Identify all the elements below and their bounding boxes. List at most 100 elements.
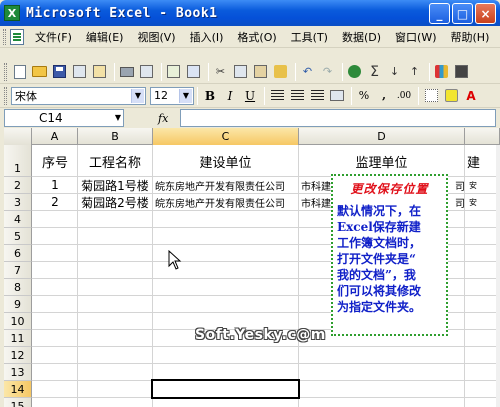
row-header-10[interactable]: 10 [4, 313, 32, 330]
menu-edit[interactable]: 编辑(E) [79, 29, 131, 45]
chart-wizard-icon[interactable] [433, 63, 450, 80]
chevron-down-icon[interactable]: ▼ [179, 88, 192, 103]
row-header-3[interactable]: 3 [4, 194, 32, 211]
name-box[interactable]: C14 ▼ [4, 109, 124, 127]
sort-descending-icon[interactable]: ↑ [406, 63, 423, 80]
column-header-b[interactable]: B [78, 128, 153, 145]
callout-line: Excel保存新建 [337, 220, 421, 234]
autosum-icon[interactable]: Σ [366, 63, 383, 80]
menu-window[interactable]: 窗口(W) [388, 29, 443, 45]
sort-ascending-icon[interactable]: ↓ [386, 63, 403, 80]
row-header-14[interactable]: 14 [4, 381, 32, 398]
copy-icon[interactable] [232, 63, 249, 80]
maximize-button[interactable]: □ [452, 3, 473, 24]
font-size-select[interactable]: 12 ▼ [150, 86, 194, 105]
cell-a2[interactable]: 1 [33, 177, 77, 193]
column-header-d[interactable]: D [299, 128, 465, 145]
format-painter-icon[interactable] [272, 63, 289, 80]
italic-button[interactable]: I [221, 87, 239, 105]
excel-icon[interactable]: X [4, 5, 20, 21]
save-icon[interactable] [51, 63, 68, 80]
merge-center-icon[interactable] [328, 87, 346, 105]
row-header-12[interactable]: 12 [4, 347, 32, 364]
formula-input[interactable] [180, 109, 496, 127]
font-color-button[interactable]: A [462, 87, 480, 105]
fx-icon[interactable]: fx [158, 112, 180, 125]
bold-button[interactable]: B [201, 87, 219, 105]
cell-e2[interactable]: 安 [467, 177, 497, 193]
cell-a1[interactable]: 序号 [33, 146, 77, 176]
cell-c1[interactable]: 建设单位 [153, 146, 298, 176]
vertical-scrollbar[interactable] [496, 145, 500, 407]
comma-button[interactable]: , [375, 87, 393, 105]
row-header-1[interactable]: 1 [4, 145, 32, 177]
select-all-corner[interactable] [4, 128, 32, 145]
row-header-9[interactable]: 9 [4, 296, 32, 313]
row-header-15[interactable]: 15 [4, 398, 32, 407]
chevron-down-icon[interactable]: ▼ [115, 113, 121, 122]
row-header-6[interactable]: 6 [4, 245, 32, 262]
column-header-e[interactable] [465, 128, 500, 145]
cell-b3[interactable]: 菊园路2号楼 [78, 194, 152, 210]
menu-grip[interactable] [3, 28, 6, 45]
toolbar-grip[interactable] [4, 62, 7, 81]
undo-icon[interactable]: ↶ [299, 63, 316, 80]
cell-e3[interactable]: 安 [467, 194, 497, 210]
workbook-icon[interactable] [10, 28, 24, 45]
chevron-down-icon[interactable]: ▼ [131, 88, 144, 103]
permission-icon[interactable] [71, 63, 88, 80]
font-size-value: 12 [154, 89, 168, 102]
minimize-button[interactable]: _ [429, 3, 450, 24]
column-header-a[interactable]: A [32, 128, 78, 145]
row-header-13[interactable]: 13 [4, 364, 32, 381]
callout-line: 工作簿文档时， [337, 236, 422, 250]
spelling-icon[interactable] [165, 63, 182, 80]
menu-format[interactable]: 格式(O) [230, 29, 283, 45]
borders-icon[interactable] [422, 87, 440, 105]
close-button[interactable]: × [475, 3, 496, 24]
toolbar-grip[interactable] [4, 86, 7, 105]
toolbar-separator [264, 86, 265, 105]
hyperlink-icon[interactable] [346, 63, 363, 80]
new-icon[interactable] [11, 63, 28, 80]
font-name-select[interactable]: 宋体 ▼ [11, 86, 146, 105]
menu-tools[interactable]: 工具(T) [284, 29, 335, 45]
row-header-7[interactable]: 7 [4, 262, 32, 279]
paste-icon[interactable] [252, 63, 269, 80]
selected-cell-c14[interactable] [151, 379, 300, 399]
cell-c2[interactable]: 皖东房地产开发有限责任公司 [153, 177, 298, 193]
email-icon[interactable] [91, 63, 108, 80]
research-icon[interactable] [185, 63, 202, 80]
print-preview-icon[interactable] [138, 63, 155, 80]
percent-button[interactable]: % [355, 87, 373, 105]
menu-file[interactable]: 文件(F) [28, 29, 79, 45]
open-icon[interactable] [31, 63, 48, 80]
cut-icon[interactable]: ✂ [212, 63, 229, 80]
align-center-icon[interactable] [288, 87, 306, 105]
underline-button[interactable]: U [241, 87, 259, 105]
align-left-icon[interactable] [268, 87, 286, 105]
menu-data[interactable]: 数据(D) [335, 29, 388, 45]
align-right-icon[interactable] [308, 87, 326, 105]
menu-view[interactable]: 视图(V) [130, 29, 182, 45]
column-header-c[interactable]: C [153, 128, 299, 145]
print-icon[interactable] [118, 63, 135, 80]
increase-decimal-button[interactable]: .00 [395, 87, 413, 105]
row-header-5[interactable]: 5 [4, 228, 32, 245]
row-header-2[interactable]: 2 [4, 177, 32, 194]
menu-insert[interactable]: 插入(I) [183, 29, 231, 45]
cell-b2[interactable]: 菊园路1号楼 [78, 177, 152, 193]
cell-d1[interactable]: 监理单位 [299, 146, 464, 176]
menu-help[interactable]: 帮助(H) [444, 29, 497, 45]
callout-line: 们可以将其修改 [337, 284, 422, 298]
cell-c3[interactable]: 皖东房地产开发有限责任公司 [153, 194, 298, 210]
cell-a3[interactable]: 2 [33, 194, 77, 210]
row-header-8[interactable]: 8 [4, 279, 32, 296]
cell-b1[interactable]: 工程名称 [78, 146, 152, 176]
fill-color-icon[interactable] [442, 87, 460, 105]
row-header-4[interactable]: 4 [4, 211, 32, 228]
redo-icon[interactable]: ↷ [319, 63, 336, 80]
row-header-11[interactable]: 11 [4, 330, 32, 347]
drawing-icon[interactable] [453, 63, 470, 80]
cell-e1[interactable]: 建 [467, 146, 497, 176]
